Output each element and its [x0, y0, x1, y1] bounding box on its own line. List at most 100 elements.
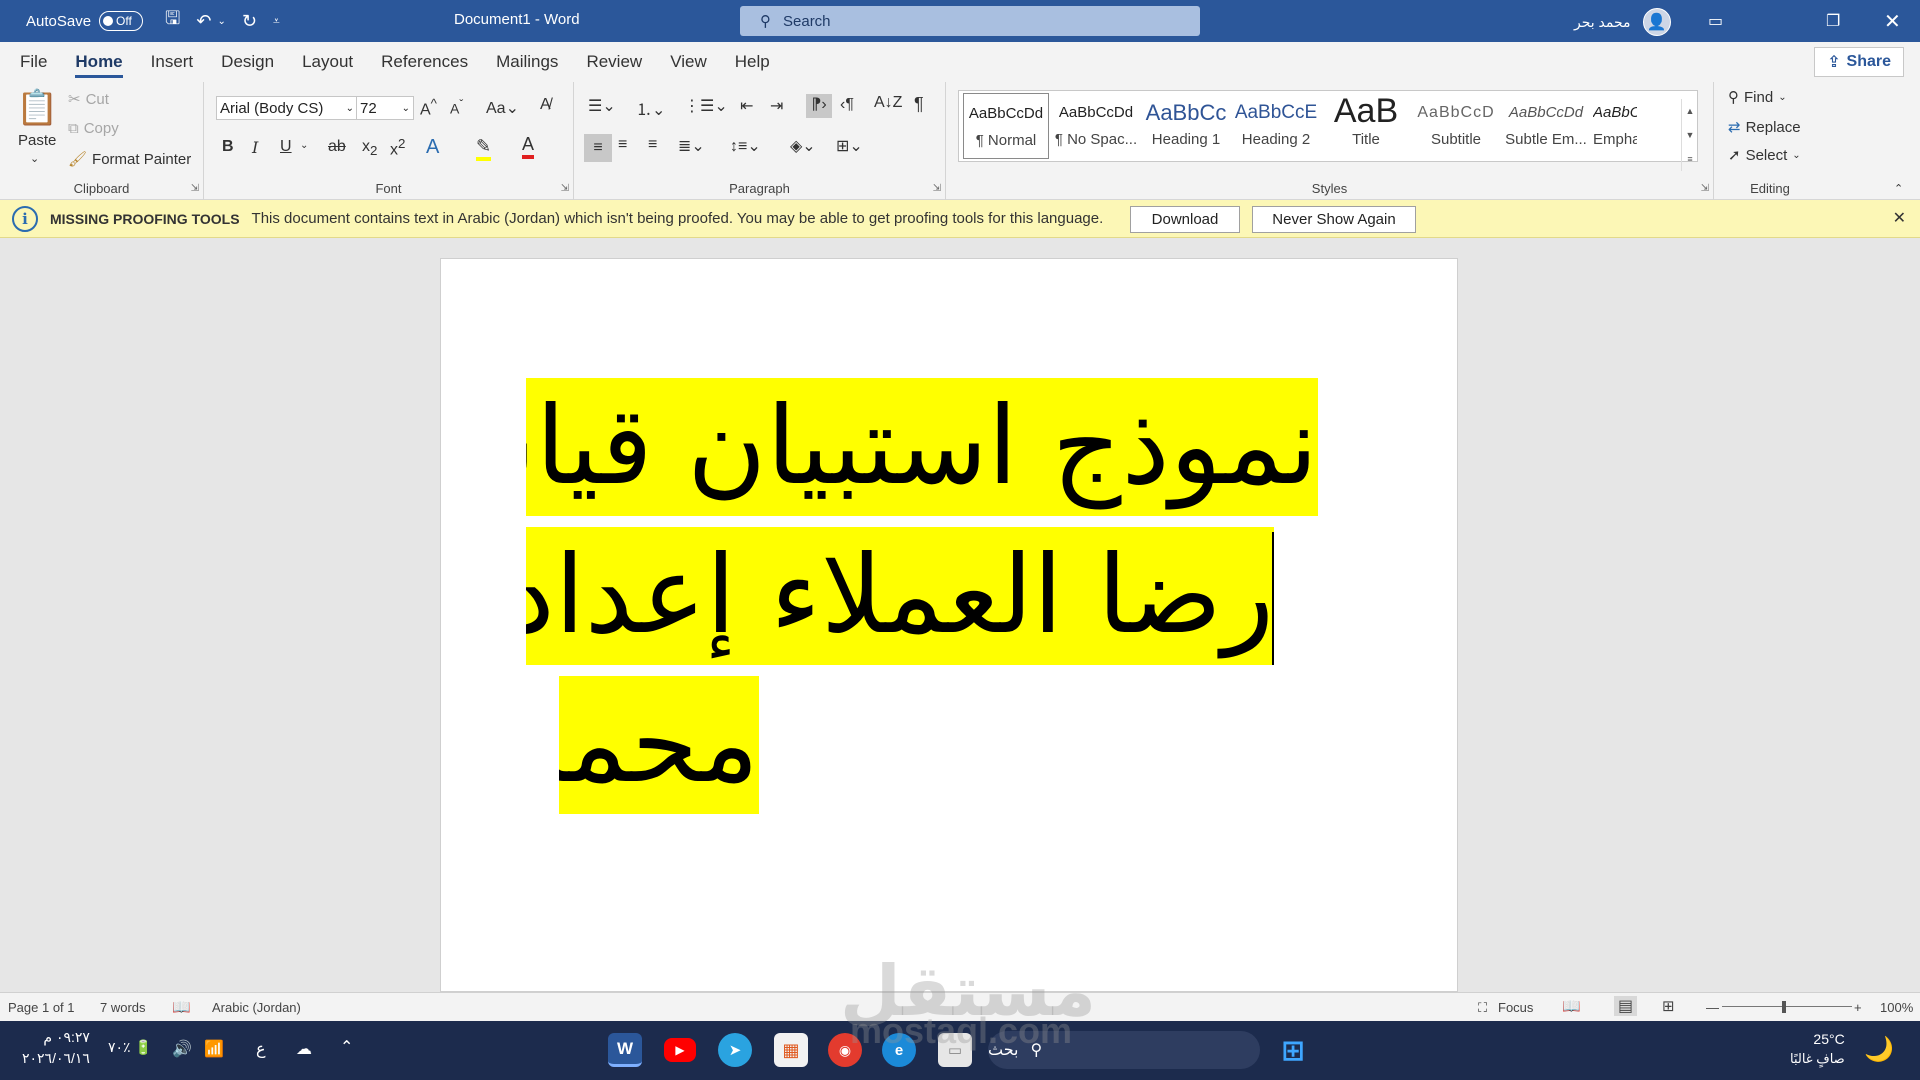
numbering-icon[interactable]: ⒈⌄: [636, 96, 665, 120]
change-case-icon[interactable]: Aa⌄: [486, 98, 519, 118]
cut-button[interactable]: ✂ Cut: [68, 90, 109, 109]
font-color-icon[interactable]: A: [522, 134, 535, 159]
style-emphasis[interactable]: AaBbCcDd Emphasis: [1593, 93, 1637, 159]
tab-help[interactable]: Help: [721, 42, 784, 82]
format-painter-button[interactable]: 🖌 Format Painter: [68, 150, 191, 169]
superscript-icon[interactable]: x2: [390, 136, 405, 159]
share-button[interactable]: ⇪ Share: [1814, 47, 1904, 77]
underline-dropdown-icon[interactable]: ⌄: [300, 140, 308, 151]
weather-widget[interactable]: 25°C صافٍ غالبًا: [1790, 1031, 1845, 1067]
decrease-indent-icon[interactable]: ⇤: [740, 96, 753, 116]
bold-icon[interactable]: B: [222, 138, 234, 156]
copy-button[interactable]: ⧉ Copy: [68, 120, 119, 137]
telegram-app-icon[interactable]: ➤: [718, 1033, 752, 1067]
search-box[interactable]: ⚲ Search: [740, 6, 1200, 36]
underline-icon[interactable]: U: [280, 138, 292, 156]
tab-view[interactable]: View: [656, 42, 721, 82]
document-line-1[interactable]: نموذج استبيان قياس: [526, 378, 1318, 516]
strikethrough-icon[interactable]: ab: [328, 138, 346, 156]
sort-icon[interactable]: A↓Z: [874, 94, 902, 112]
select-button[interactable]: ➚ Select ⌄: [1728, 146, 1801, 165]
tab-design[interactable]: Design: [207, 42, 288, 82]
document-line-2[interactable]: رضا العملاء إعداد: [526, 527, 1274, 665]
proofing-book-icon[interactable]: 📖: [172, 998, 191, 1016]
input-language[interactable]: ع: [256, 1039, 266, 1059]
show-hidden-icons-icon[interactable]: ⌃: [340, 1037, 353, 1057]
justify-icon[interactable]: ≣⌄: [678, 136, 705, 156]
chevron-down-icon[interactable]: ▼: [1686, 130, 1695, 140]
collapse-ribbon-icon[interactable]: ⌃: [1894, 182, 1903, 195]
print-layout-icon[interactable]: ▤: [1614, 996, 1638, 1016]
font-name-combo[interactable]: Arial (Body CS) ⌄: [216, 96, 358, 120]
page-count[interactable]: Page 1 of 1: [8, 1000, 75, 1015]
clear-formatting-icon[interactable]: A̸: [540, 96, 551, 114]
paragraph-launcher-icon[interactable]: ⇲: [933, 183, 941, 194]
align-left-icon[interactable]: ≡: [584, 134, 612, 162]
redo-icon[interactable]: ↻: [242, 11, 257, 32]
download-button[interactable]: Download: [1130, 206, 1240, 233]
tab-references[interactable]: References: [367, 42, 482, 82]
more-styles-icon[interactable]: ≡: [1687, 154, 1692, 164]
focus-icon[interactable]: ⛶: [1478, 1000, 1487, 1016]
clipboard-launcher-icon[interactable]: ⇲: [191, 183, 199, 194]
increase-indent-icon[interactable]: ⇥: [770, 96, 783, 116]
tab-layout[interactable]: Layout: [288, 42, 367, 82]
style-title[interactable]: AaB Title: [1323, 93, 1409, 159]
styles-scroll[interactable]: ▲ ▼ ≡: [1681, 99, 1698, 171]
onedrive-icon[interactable]: ☁: [296, 1039, 312, 1059]
bullets-icon[interactable]: ☰⌄: [588, 96, 616, 116]
web-layout-icon[interactable]: ⊞: [1662, 997, 1675, 1015]
windows-start-icon[interactable]: ⊞: [1276, 1033, 1310, 1067]
style-no-spacing[interactable]: AaBbCcDd ¶ No Spac...: [1053, 93, 1139, 159]
close-icon[interactable]: ✕: [1893, 208, 1906, 228]
close-window-icon[interactable]: ✕: [1884, 0, 1901, 42]
find-button[interactable]: ⚲ Find ⌄: [1728, 88, 1787, 107]
autosave-toggle[interactable]: Off: [99, 11, 144, 31]
store-app-icon[interactable]: ▦: [774, 1033, 808, 1067]
undo-icon[interactable]: ↶: [196, 11, 211, 32]
paste-dropdown-icon[interactable]: ⌄: [30, 152, 39, 165]
tab-mailings[interactable]: Mailings: [482, 42, 572, 82]
style-subtle-emphasis[interactable]: AaBbCcDd Subtle Em...: [1503, 93, 1589, 159]
restore-window-icon[interactable]: ❐: [1826, 0, 1840, 42]
read-mode-icon[interactable]: 📖: [1562, 997, 1581, 1015]
word-count[interactable]: 7 words: [100, 1000, 146, 1015]
text-effects-icon[interactable]: A: [426, 136, 439, 159]
zoom-in-icon[interactable]: +: [1854, 1000, 1862, 1015]
youtube-app-icon[interactable]: ▶: [664, 1038, 696, 1062]
subscript-icon[interactable]: x2: [362, 138, 377, 158]
chevron-up-icon[interactable]: ▲: [1686, 106, 1695, 116]
tab-insert[interactable]: Insert: [137, 42, 208, 82]
style-normal[interactable]: AaBbCcDd ¶ Normal: [963, 93, 1049, 159]
customize-qat-icon[interactable]: ⩡: [273, 14, 280, 29]
grow-font-icon[interactable]: A^: [420, 96, 437, 119]
tab-file[interactable]: File: [0, 42, 61, 82]
font-launcher-icon[interactable]: ⇲: [561, 183, 569, 194]
zoom-level[interactable]: 100%: [1880, 1000, 1913, 1015]
never-show-again-button[interactable]: Never Show Again: [1252, 206, 1416, 233]
shrink-font-icon[interactable]: Aˇ: [450, 98, 463, 117]
style-heading-1[interactable]: AaBbCc Heading 1: [1143, 93, 1229, 159]
clock[interactable]: ٠٩:٢٧ م ٢٠٢٦/٠٦/١٦: [22, 1029, 90, 1067]
word-app-icon[interactable]: W: [608, 1033, 642, 1067]
tab-home[interactable]: Home: [61, 42, 136, 82]
paste-icon[interactable]: 📋: [16, 88, 58, 128]
multilevel-list-icon[interactable]: ⋮☰⌄: [684, 96, 728, 116]
ribbon-display-options-icon[interactable]: ▭: [1708, 0, 1723, 42]
battery-status[interactable]: ٧٠٪ 🔋: [108, 1039, 152, 1056]
line-spacing-icon[interactable]: ↕≡⌄: [730, 136, 761, 156]
wifi-icon[interactable]: 📶: [204, 1039, 224, 1059]
user-account[interactable]: محمد بحر 👤: [1574, 8, 1671, 36]
highlight-color-icon[interactable]: ✎: [476, 136, 492, 161]
undo-dropdown-icon[interactable]: ⌄: [217, 16, 225, 27]
volume-icon[interactable]: 🔊: [172, 1039, 192, 1059]
font-size-combo[interactable]: 72 ⌄: [356, 96, 414, 120]
show-formatting-icon[interactable]: ¶: [914, 94, 924, 115]
tab-review[interactable]: Review: [572, 42, 656, 82]
align-center-icon[interactable]: ≡: [618, 136, 627, 154]
styles-launcher-icon[interactable]: ⇲: [1701, 183, 1709, 194]
align-right-icon[interactable]: ≡: [648, 136, 657, 154]
style-heading-2[interactable]: AaBbCcE Heading 2: [1233, 93, 1319, 159]
focus-label[interactable]: Focus: [1498, 1000, 1533, 1015]
paste-button[interactable]: Paste: [18, 132, 56, 149]
